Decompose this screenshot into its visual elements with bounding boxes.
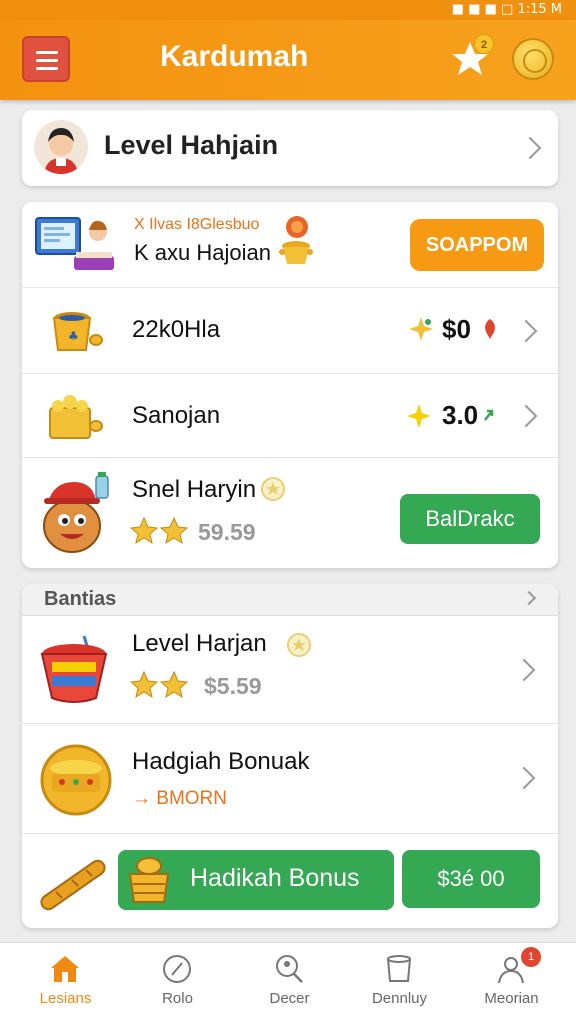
menu-icon-line: [36, 67, 58, 70]
gold-box-icon: [49, 395, 103, 439]
pot-icon: [279, 241, 313, 264]
chevron-right-icon: [514, 319, 538, 343]
arrow-icon: [484, 409, 494, 421]
snel-button[interactable]: BalDrakc: [400, 494, 540, 544]
nav-label: Rolo: [162, 990, 193, 1007]
search-person-icon: [276, 955, 303, 983]
favorites-button[interactable]: 2: [448, 34, 494, 80]
sparkle-icon: [407, 404, 431, 428]
medal-icon: [286, 216, 308, 238]
chevron-right-icon: [518, 136, 542, 160]
compass-icon: [163, 955, 191, 983]
snel-row[interactable]: Snel Haryin 59.59 BalDrakc: [22, 458, 558, 568]
drink-cup-icon: [40, 635, 108, 703]
promo-line2: K axu Hajoian: [134, 240, 271, 265]
status-bar: ■ ■ ■ □ 1:15 M: [0, 0, 576, 20]
section-item-title: Hadgiah Bonuak: [132, 748, 310, 775]
chevron-right-icon: [521, 590, 537, 606]
item-price: 3.0: [442, 400, 479, 430]
status-text: ■ ■ ■ □ 1:15 M: [451, 2, 562, 17]
pin-icon: [485, 319, 495, 339]
app-title: Kardumah: [160, 40, 309, 73]
list-item[interactable]: ♣ 22k0Hla $0: [22, 288, 558, 374]
nav-item-meorian[interactable]: 1 Meorian: [454, 943, 569, 1024]
avatar: [34, 120, 88, 174]
bonus-coin-icon: [40, 744, 112, 816]
nav-item-dennluy[interactable]: Dennluy: [342, 943, 457, 1024]
banner-price-button[interactable]: $3é 00: [402, 850, 540, 908]
item-price: $0: [442, 314, 471, 344]
section-item-price: $5.59: [204, 673, 262, 699]
avatar-icon: [44, 128, 78, 174]
chevron-right-icon: [514, 404, 538, 428]
stars-icon: [130, 670, 189, 699]
menu-icon-line: [36, 51, 58, 54]
snel-title: Snel Haryin: [132, 476, 257, 503]
baguette-icon: [40, 859, 106, 911]
section-header[interactable]: Bantias: [22, 584, 558, 616]
bonus-banner[interactable]: Hadikah Bonus: [118, 850, 394, 910]
bonus-banner-row: Hadikah Bonus $3é 00: [22, 834, 558, 928]
sparkle-icon: [409, 317, 433, 341]
bottom-nav: Lesians Rolo Decer Dennluy 1 Meorian: [0, 942, 576, 1024]
level-card[interactable]: Level Hahjain: [22, 110, 558, 186]
nav-item-decer[interactable]: Decer: [232, 943, 347, 1024]
nav-label: Meorian: [484, 990, 539, 1007]
menu-button[interactable]: [22, 36, 70, 82]
chevron-right-icon: [512, 658, 536, 682]
item-label: 22k0Hla: [132, 316, 221, 343]
home-icon: [51, 956, 79, 982]
promo-row[interactable]: X Ilvas I8Glesbuo K axu Hajoian SOAPPOM: [22, 202, 558, 288]
promo-button[interactable]: SOAPPOM: [410, 219, 544, 271]
level-title: Level Hahjain: [104, 130, 279, 160]
stars-icon: [130, 516, 189, 545]
honey-pot-icon: [128, 857, 170, 903]
nav-item-home[interactable]: Lesians: [8, 943, 123, 1024]
items-card: X Ilvas I8Glesbuo K axu Hajoian SOAPPOM …: [22, 202, 558, 568]
chevron-right-icon: [512, 766, 536, 790]
promo-line1: X Ilvas I8Glesbuo: [134, 216, 260, 233]
notification-badge: 1: [521, 947, 541, 967]
honey-jar-icon: ♣: [52, 312, 103, 351]
nav-label: Dennluy: [371, 990, 428, 1007]
list-item[interactable]: Level Harjan $5.59: [22, 616, 558, 724]
badge-icon: [261, 477, 285, 501]
banner-label: Hadikah Bonus: [190, 864, 360, 892]
snel-price: 59.59: [198, 519, 256, 545]
coin-icon[interactable]: [512, 38, 554, 80]
star-badge: 2: [474, 34, 494, 54]
nav-label: Lesians: [39, 990, 92, 1007]
list-item[interactable]: Sanojan 3.0: [22, 374, 558, 458]
section-item-title: Level Harjan: [132, 630, 267, 657]
bonus-section: Bantias Level Harjan $5.59 Hadgiah Bonua…: [22, 584, 558, 928]
svg-text:♣: ♣: [68, 329, 79, 343]
mascot-icon: [43, 472, 109, 553]
laptop-teacher-icon: [35, 217, 114, 270]
item-label: Sanojan: [132, 402, 221, 429]
section-title: Bantias: [44, 588, 117, 610]
badge-icon: [287, 633, 311, 657]
menu-icon-line: [36, 59, 58, 62]
app-bar: Kardumah 2: [0, 20, 576, 100]
nav-label: Decer: [269, 990, 310, 1007]
cup-icon: [387, 955, 411, 982]
nav-item-rolo[interactable]: Rolo: [120, 943, 235, 1024]
list-item[interactable]: Hadgiah Bonuak → BMORN: [22, 724, 558, 834]
section-item-subtitle: → BMORN: [132, 788, 227, 809]
